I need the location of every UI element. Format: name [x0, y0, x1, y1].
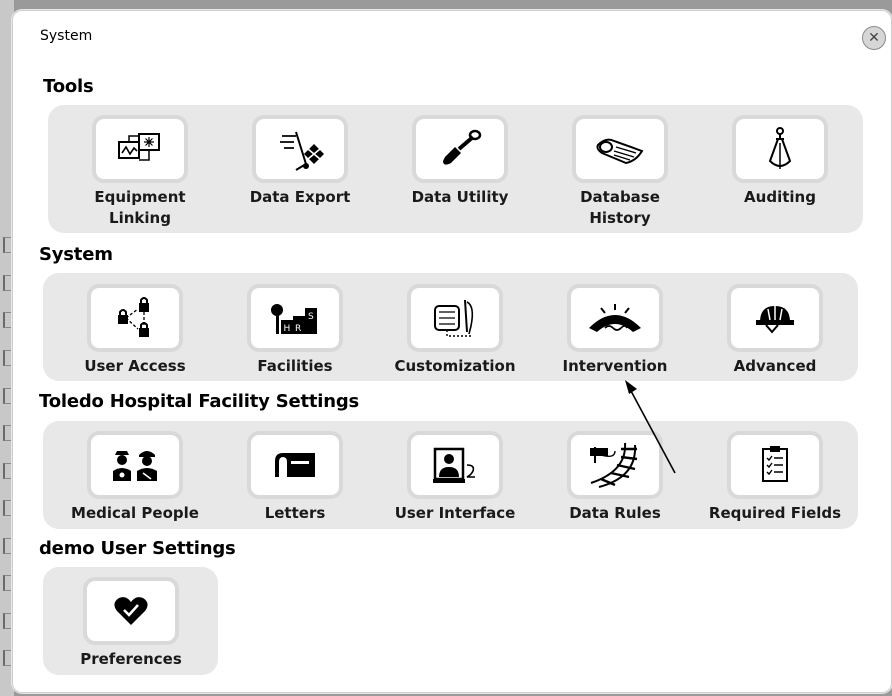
annotation-arrow: [625, 380, 676, 474]
system-dialog: System ✕ Tools Equipment Linking Data Ex…: [12, 10, 892, 693]
